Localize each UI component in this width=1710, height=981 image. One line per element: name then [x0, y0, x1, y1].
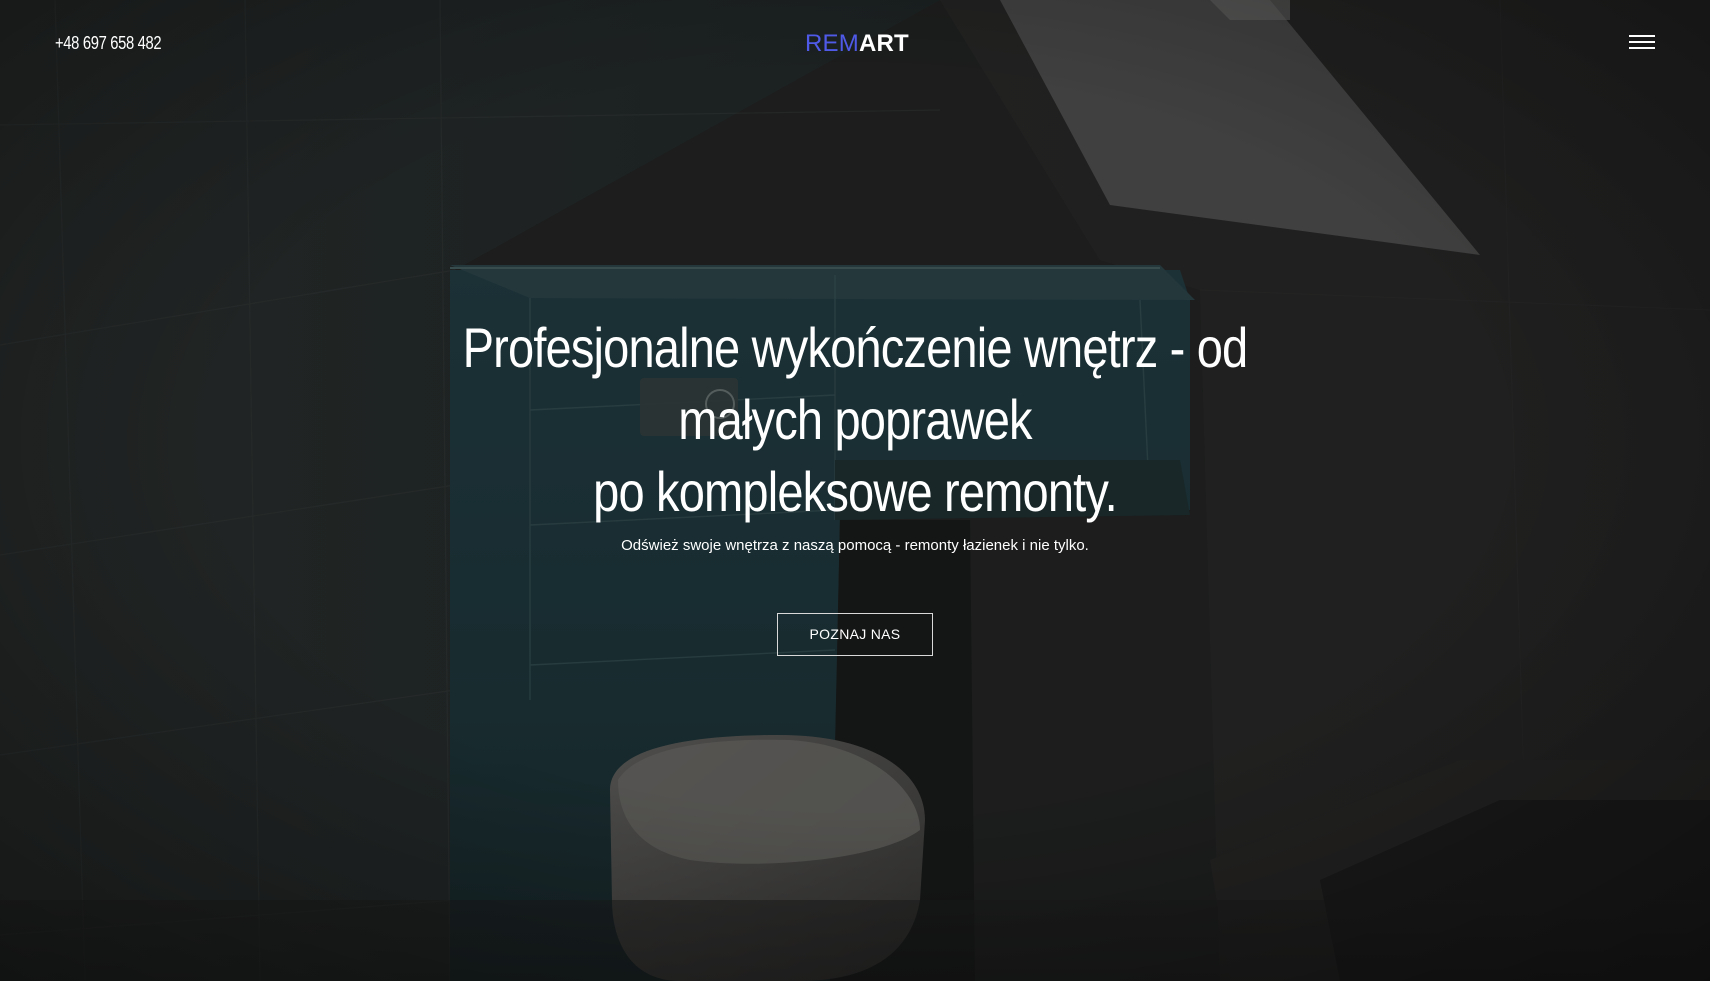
logo-text-art: ART	[858, 30, 909, 57]
menu-bar-line	[1629, 41, 1655, 43]
hero-subtitle: Odśwież swoje wnętrza z naszą pomocą - r…	[621, 537, 1089, 554]
menu-bar-line	[1629, 35, 1655, 37]
top-navigation-bar: +48 697 658 482 REMART	[0, 0, 1710, 90]
phone-number-link[interactable]: +48 697 658 482	[55, 33, 162, 54]
menu-bar-line	[1629, 47, 1655, 49]
poznaj-nas-button[interactable]: POZNAJ NAS	[777, 613, 933, 656]
hero-title: Profesjonalne wykończenie wnętrz - od ma…	[393, 312, 1317, 528]
hero-title-line2: po kompleksowe remonty.	[593, 460, 1117, 523]
hamburger-menu-icon[interactable]	[1629, 35, 1655, 51]
hero-content: Profesjonalne wykończenie wnętrz - od ma…	[0, 312, 1710, 656]
hero-title-line1: Profesjonalne wykończenie wnętrz - od ma…	[462, 316, 1249, 451]
site-logo[interactable]: REMART	[805, 30, 909, 58]
logo-text-rem: REM	[805, 30, 859, 57]
hero-section: +48 697 658 482 REMART Profesjonalne wyk…	[0, 0, 1710, 981]
